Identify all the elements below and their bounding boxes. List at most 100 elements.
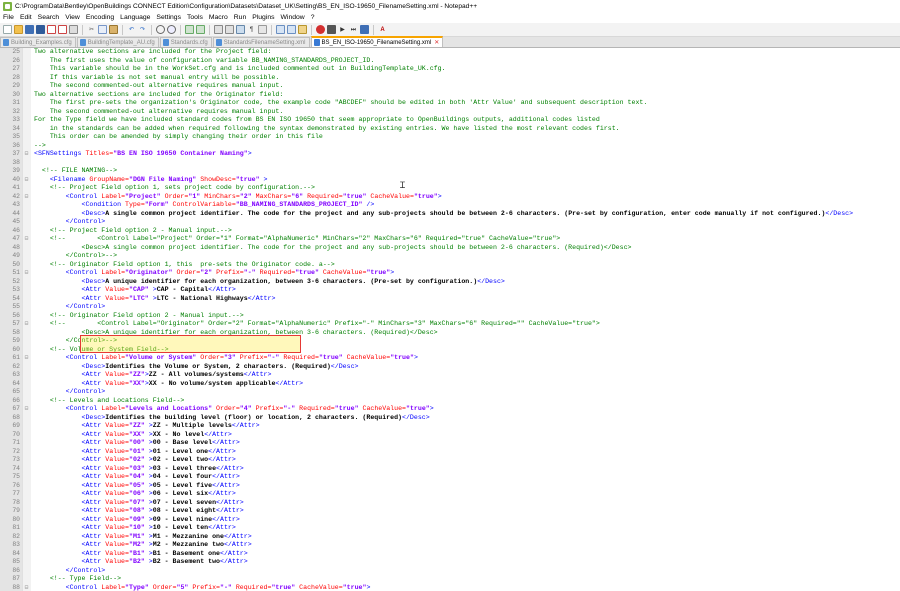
copy-icon[interactable] xyxy=(98,25,107,34)
new-file-icon[interactable] xyxy=(3,25,12,34)
code-line: 47 ⊟ <!-- <Control Label="Project" Order=… xyxy=(0,235,900,244)
file-tab[interactable]: BS_EN_ISO-19650_FilenameSetting.xml ✕ xyxy=(310,36,444,47)
replace-icon[interactable] xyxy=(167,25,176,34)
run-macro-multiple-icon[interactable]: ⏭ xyxy=(349,25,358,34)
folder-as-workspace-icon[interactable] xyxy=(298,25,307,34)
code-line: 44 <Desc>A single common project identif… xyxy=(0,210,900,219)
print-icon[interactable] xyxy=(69,25,78,34)
line-number: 70 xyxy=(12,430,20,438)
sync-vertical-icon[interactable] xyxy=(214,25,223,34)
file-tab[interactable]: Building_Examples.cfg xyxy=(0,37,76,47)
word-wrap-icon[interactable] xyxy=(236,25,245,34)
code-token: </Attr> xyxy=(212,515,240,523)
menu-tools[interactable]: Tools xyxy=(184,14,206,21)
fold-marker[interactable]: ⊟ xyxy=(23,269,30,278)
menu-encoding[interactable]: Encoding xyxy=(83,14,117,21)
code-token: Label= xyxy=(101,354,126,361)
code-token: 09 - Level nine xyxy=(152,515,213,523)
code-token: "08" xyxy=(128,507,145,514)
code-line: 70 <Attr Value="XX" >XX - No level</Attr… xyxy=(0,431,900,440)
code-token: "05" xyxy=(128,481,145,489)
code-token: A unique identifier for each organizatio… xyxy=(105,277,478,285)
code-token: <!-- Type Field--> xyxy=(34,575,122,582)
menu-search[interactable]: Search xyxy=(35,14,63,21)
zoom-in-icon[interactable] xyxy=(185,25,194,34)
function-list-icon[interactable] xyxy=(287,25,296,34)
fold-marker[interactable]: ⊟ xyxy=(23,193,30,202)
menu-?[interactable]: ? xyxy=(308,14,318,21)
code-text: <Attr Value="M1" >M1 - Mezzanine one</At… xyxy=(34,533,251,542)
fold-marker[interactable]: ⊟ xyxy=(23,354,30,363)
indent-guide-icon[interactable] xyxy=(258,25,267,34)
undo-icon[interactable]: ↶ xyxy=(127,25,136,34)
menu-file[interactable]: File xyxy=(0,14,17,21)
save-macro-icon[interactable] xyxy=(360,25,369,34)
fold-marker[interactable]: ⊟ xyxy=(23,405,30,414)
code-token: > xyxy=(148,286,157,293)
find-icon[interactable] xyxy=(156,25,165,34)
playback-macro-icon[interactable]: ▶ xyxy=(338,25,347,34)
document-map-icon[interactable] xyxy=(276,25,285,34)
close-file-icon[interactable] xyxy=(47,25,56,34)
code-token: <!-- Originator Field option 1, this pre… xyxy=(34,260,335,268)
close-all-icon[interactable] xyxy=(58,25,67,34)
close-tab-icon[interactable]: ✕ xyxy=(434,39,439,46)
menu-macro[interactable]: Macro xyxy=(206,14,231,21)
code-token: </Attr> xyxy=(208,456,236,463)
zoom-out-icon[interactable] xyxy=(196,25,205,34)
code-line: 26 The first uses the value of configura… xyxy=(0,57,900,66)
fold-marker[interactable]: ⊟ xyxy=(23,584,30,591)
code-token: Value= xyxy=(105,549,129,557)
save-icon[interactable] xyxy=(25,25,34,34)
file-icon xyxy=(313,39,320,46)
paste-icon[interactable] xyxy=(109,25,118,34)
code-token: Value= xyxy=(105,498,129,506)
code-line: 39 <!-- FILE NAMING--> xyxy=(0,167,900,176)
fold-marker[interactable]: ⊟ xyxy=(23,235,30,244)
line-number: 87 xyxy=(12,575,20,582)
menu-bar: File Edit Search View Encoding Language Settin… xyxy=(0,12,900,23)
code-token: "Levels and Locations" xyxy=(125,405,217,412)
code-text: <Desc>A single common project identifier… xyxy=(34,210,853,219)
line-number: 29 xyxy=(12,82,20,89)
menu-plugins[interactable]: Plugins xyxy=(249,14,277,21)
show-all-characters-icon[interactable]: ¶ xyxy=(247,25,256,34)
menu-view[interactable]: View xyxy=(62,14,83,21)
cut-icon[interactable]: ✂ xyxy=(87,25,96,34)
file-tab[interactable]: StandardsFilenameSetting.xml xyxy=(212,37,310,47)
code-token: > xyxy=(144,541,153,548)
fold-marker[interactable]: ⊟ xyxy=(23,320,30,329)
code-line: 78 <Attr Value="07" >07 - Level seven</A… xyxy=(0,499,900,508)
code-token: 00 - Base level xyxy=(152,439,213,446)
menu-run[interactable]: Run xyxy=(231,14,249,21)
toolbar-separator xyxy=(82,24,83,35)
menu-window[interactable]: Window xyxy=(278,14,308,21)
code-token: ShowDesc= xyxy=(200,175,236,183)
code-line: 88 ⊟ <Control Label="Type" Order="5" Pref… xyxy=(0,584,900,591)
save-all-icon[interactable] xyxy=(36,25,45,34)
record-macro-icon[interactable] xyxy=(316,25,325,34)
menu-settings[interactable]: Settings xyxy=(153,14,184,21)
code-token: </Control> xyxy=(34,566,106,574)
redo-icon[interactable]: ↷ xyxy=(138,25,147,34)
menu-language[interactable]: Language xyxy=(117,14,153,21)
open-file-icon[interactable] xyxy=(14,25,23,34)
spell-check-icon[interactable]: A xyxy=(378,25,387,34)
stop-recording-icon[interactable] xyxy=(327,25,336,34)
code-text: <Attr Value="M2" >M2 - Mezzanine two</At… xyxy=(34,541,251,550)
code-editor[interactable]: 25 Two alternative sections are included … xyxy=(0,48,900,591)
sync-horizontal-icon[interactable] xyxy=(225,25,234,34)
code-token: <Attr xyxy=(34,558,106,565)
fold-marker[interactable]: ⊟ xyxy=(23,176,30,185)
code-token: "B1" xyxy=(128,549,145,557)
code-token: Identifies the building level (floor) or… xyxy=(105,413,403,421)
fold-marker[interactable]: ⊟ xyxy=(23,150,30,159)
code-token: If this variable is not set manual entry… xyxy=(34,73,280,81)
code-token: CacheValue= xyxy=(322,269,367,276)
code-token: ControlVariable= xyxy=(172,201,236,208)
code-text: </Control> xyxy=(34,303,106,312)
file-tab[interactable]: BuildingTemplate_AU.cfg xyxy=(76,37,159,47)
menu-edit[interactable]: Edit xyxy=(17,14,35,21)
line-number: 77 xyxy=(12,490,20,497)
file-tab[interactable]: Standards.cfg xyxy=(159,37,212,47)
